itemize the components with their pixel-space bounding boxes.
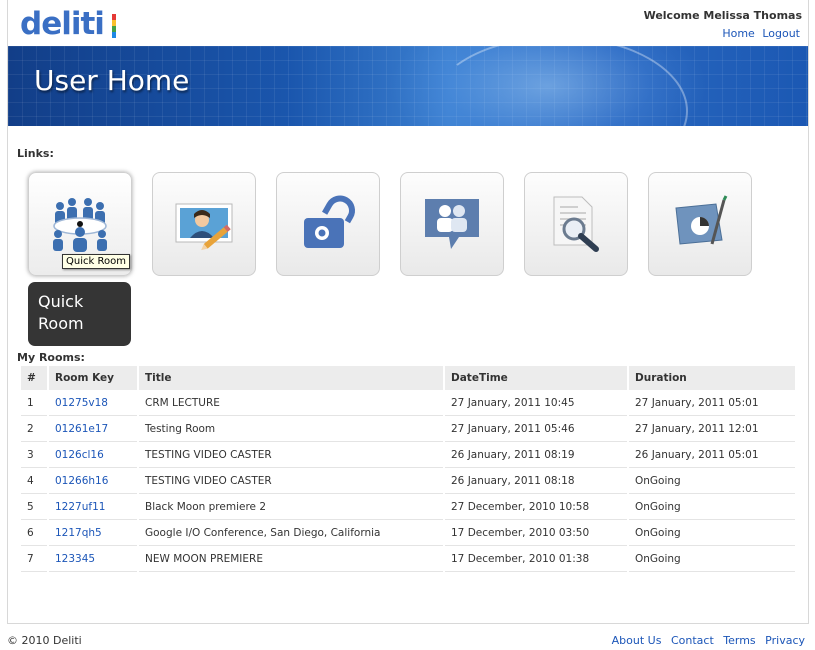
reports-tile[interactable] [648,172,752,276]
room-duration: OnGoing [629,546,795,572]
room-key-link[interactable]: 01261e17 [55,423,108,435]
room-duration: OnGoing [629,494,795,520]
footer-links: About Us Contact Terms Privacy [606,634,805,647]
room-duration: 27 January, 2011 12:01 [629,416,795,442]
contact-link[interactable]: Contact [671,634,714,647]
room-title: TESTING VIDEO CASTER [139,468,443,494]
privacy-link[interactable]: Privacy [765,634,805,647]
col-number[interactable]: # [21,366,47,390]
row-number: 1 [21,390,47,416]
room-key-link[interactable]: 0126cl16 [55,449,104,461]
room-key-link[interactable]: 1217qh5 [55,527,102,539]
table-row[interactable]: 3 0126cl16 TESTING VIDEO CASTER 26 January,… [21,442,795,468]
document-search-icon [553,196,599,252]
room-datetime: 27 December, 2010 10:58 [445,494,627,520]
room-datetime: 26 January, 2011 08:19 [445,442,627,468]
deliti-logo[interactable]: deliti [20,2,116,42]
rooms-table-header: # Room Key Title DateTime Duration [21,366,795,390]
room-title: TESTING VIDEO CASTER [139,442,443,468]
room-title: Black Moon premiere 2 [139,494,443,520]
table-row[interactable]: 2 01261e17 Testing Room 27 January, 2011 05… [21,416,795,442]
room-title: NEW MOON PREMIERE [139,546,443,572]
logout-link[interactable]: Logout [762,27,800,40]
col-datetime[interactable]: DateTime [445,366,627,390]
security-tile[interactable] [276,172,380,276]
room-datetime: 17 December, 2010 01:38 [445,546,627,572]
room-duration: 26 January, 2011 05:01 [629,442,795,468]
quick-room-popup[interactable]: Quick Room [28,282,131,346]
rooms-table: # Room Key Title DateTime Duration 1 0127… [19,366,797,572]
row-number: 5 [21,494,47,520]
logo-text: deliti [20,6,105,42]
room-cell: 01266h16 [49,468,137,494]
col-room-key[interactable]: Room Key [49,366,137,390]
room-cell: 1227uf11 [49,494,137,520]
table-row[interactable]: 7 123345 NEW MOON PREMIERE 17 December, 201… [21,546,795,572]
room-cell: 1217qh5 [49,520,137,546]
room-cell: 01261e17 [49,416,137,442]
links-label: Links: [17,147,54,160]
page-title: User Home [34,64,190,97]
room-title: CRM LECTURE [139,390,443,416]
lock-icon [304,195,355,248]
room-duration: 27 January, 2011 05:01 [629,390,795,416]
table-row[interactable]: 1 01275v18 CRM LECTURE 27 January, 2011 10:… [21,390,795,416]
row-number: 6 [21,520,47,546]
meeting-room-icon [53,198,107,252]
table-row[interactable]: 4 01266h16 TESTING VIDEO CASTER 26 January,… [21,468,795,494]
room-datetime: 17 December, 2010 03:50 [445,520,627,546]
table-row[interactable]: 5 1227uf11 Black Moon premiere 2 27 Decembe… [21,494,795,520]
room-duration: OnGoing [629,468,795,494]
profile-tile[interactable] [152,172,256,276]
about-us-link[interactable]: About Us [612,634,662,647]
room-key-link[interactable]: 1227uf11 [55,501,105,513]
room-cell: 123345 [49,546,137,572]
page-banner: User Home [8,46,808,126]
search-tile[interactable] [524,172,628,276]
room-title: Google I/O Conference, San Diego, Califo… [139,520,443,546]
row-number: 2 [21,416,47,442]
col-duration[interactable]: Duration [629,366,795,390]
quick-room-tooltip: Quick Room [62,254,130,269]
col-title[interactable]: Title [139,366,443,390]
row-number: 4 [21,468,47,494]
room-key-link[interactable]: 123345 [55,553,95,565]
room-key-link[interactable]: 01266h16 [55,475,108,487]
row-number: 7 [21,546,47,572]
room-title: Testing Room [139,416,443,442]
welcome-message: Welcome Melissa Thomas [643,9,802,22]
home-link[interactable]: Home [722,27,754,40]
room-cell: 01275v18 [49,390,137,416]
copyright: © 2010 Deliti [7,634,82,647]
top-links: Home Logout [718,27,800,40]
profile-edit-icon [175,203,233,251]
room-datetime: 27 January, 2011 10:45 [445,390,627,416]
logo-color-bars [111,14,116,38]
my-rooms-label: My Rooms: [17,351,85,364]
chat-users-icon [425,199,479,249]
room-cell: 0126cl16 [49,442,137,468]
table-row[interactable]: 6 1217qh5 Google I/O Conference, San Diego… [21,520,795,546]
row-number: 3 [21,442,47,468]
room-duration: OnGoing [629,520,795,546]
room-datetime: 27 January, 2011 05:46 [445,416,627,442]
chart-report-icon [675,195,728,245]
room-datetime: 26 January, 2011 08:18 [445,468,627,494]
room-key-link[interactable]: 01275v18 [55,397,108,409]
terms-link[interactable]: Terms [723,634,755,647]
community-tile[interactable] [400,172,504,276]
